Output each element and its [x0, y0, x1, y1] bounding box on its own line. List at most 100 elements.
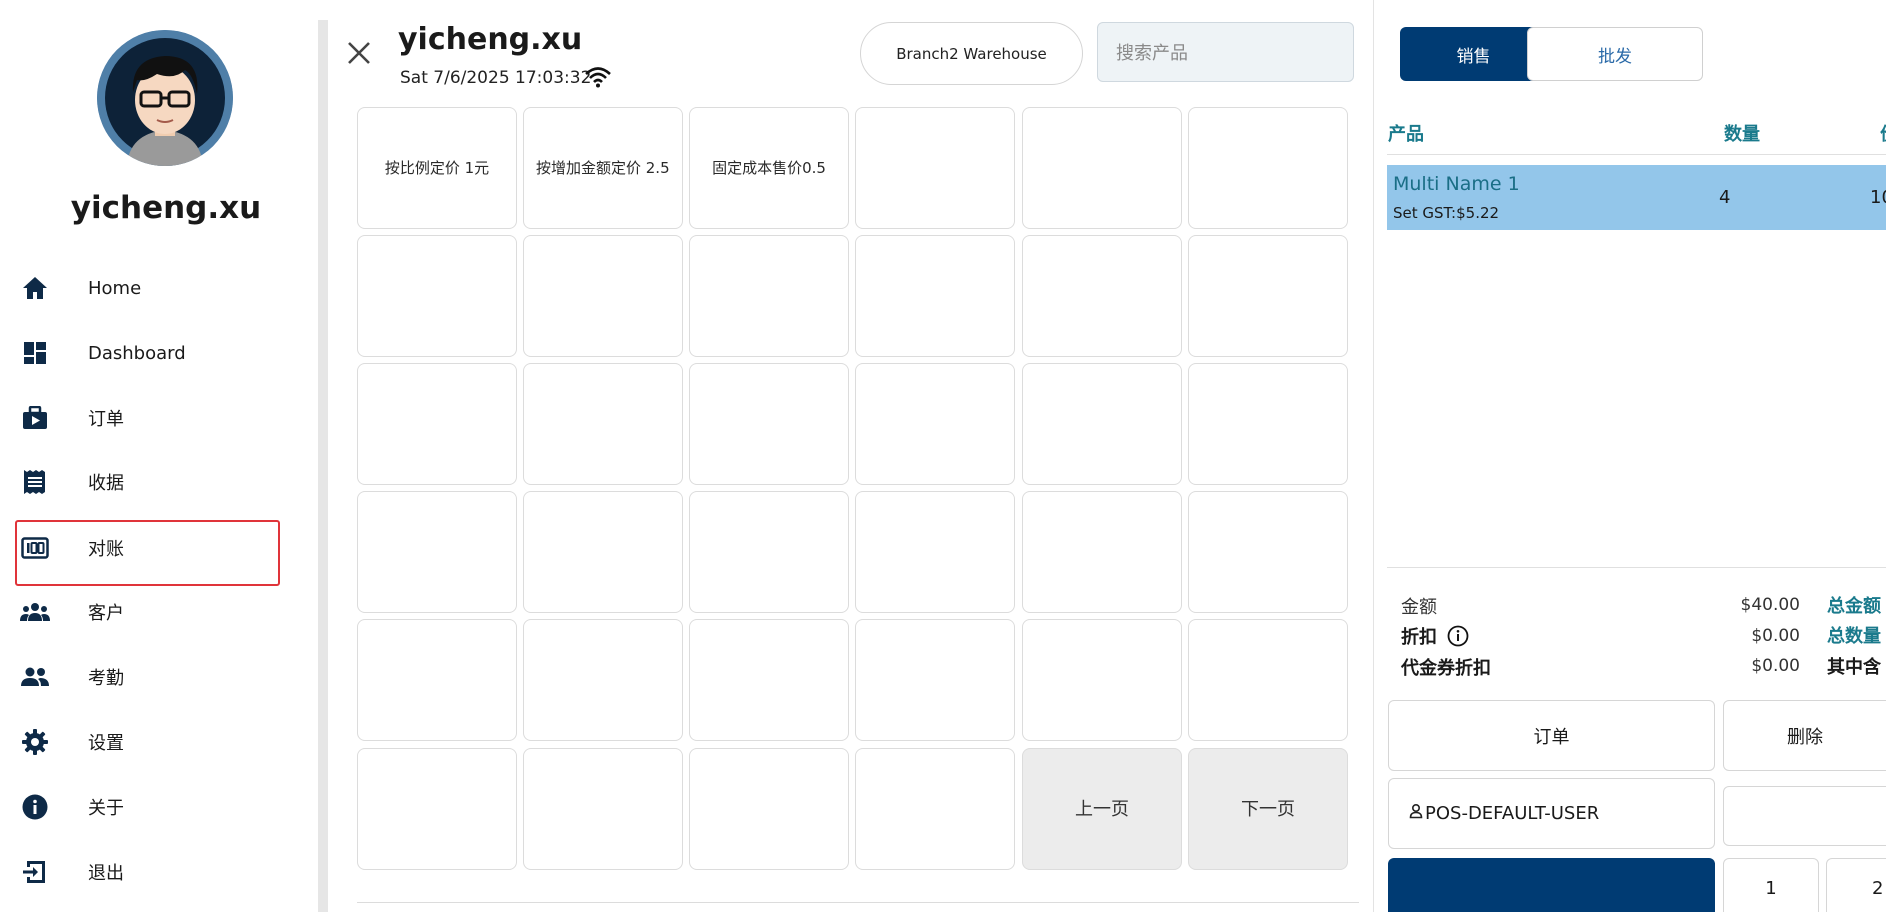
sidebar-item-label: 退出 [88, 863, 124, 884]
wifi-icon [585, 66, 611, 88]
tile-label: 上一页 [1075, 798, 1129, 820]
empty-product-tile[interactable] [1188, 619, 1348, 741]
cart-row-gst: Set GST:$5.22 [1393, 204, 1500, 222]
cart-row-price: 10 [1870, 187, 1886, 208]
empty-product-tile[interactable] [1188, 491, 1348, 613]
keypad-key-label: 2 [1872, 877, 1884, 899]
empty-product-tile[interactable] [523, 491, 683, 613]
avatar[interactable] [97, 30, 233, 166]
sidebar-item-reconcile[interactable]: 对账 [18, 521, 278, 575]
tile-label: 固定成本售价0.5 [712, 158, 826, 177]
sidebar-item-label: 考勤 [88, 668, 124, 689]
close-icon [348, 42, 370, 64]
customer-user-label: POS-DEFAULT-USER [1425, 803, 1600, 824]
tile-label: 下一页 [1241, 798, 1295, 820]
empty-product-tile[interactable] [357, 748, 517, 870]
prev-page-button[interactable]: 上一页 [1022, 748, 1182, 870]
reconcile-icon [18, 531, 52, 565]
next-page-button[interactable]: 下一页 [1188, 748, 1348, 870]
empty-product-tile[interactable] [689, 235, 849, 357]
sidebar-item-attendance[interactable]: 考勤 [18, 650, 278, 704]
empty-product-tile[interactable] [1188, 235, 1348, 357]
empty-product-tile[interactable] [855, 363, 1015, 485]
empty-product-tile[interactable] [855, 748, 1015, 870]
sidebar-item-settings[interactable]: 设置 [18, 715, 278, 769]
column-header-price: 价 [1880, 120, 1886, 146]
sidebar-item-label: 订单 [88, 409, 124, 430]
empty-product-tile[interactable] [523, 619, 683, 741]
page-title: yicheng.xu [398, 22, 583, 57]
tab-wholesale[interactable]: 批发 [1527, 27, 1703, 81]
customers-icon [18, 595, 52, 629]
empty-product-tile[interactable] [1188, 363, 1348, 485]
product-tile[interactable]: 按比例定价 1元 [357, 107, 517, 229]
branch-selector-button[interactable]: Branch2 Warehouse [860, 22, 1083, 85]
discount-row: 折扣 [1401, 623, 1469, 652]
close-button[interactable] [344, 38, 374, 68]
keypad-key-2[interactable]: 2 [1826, 858, 1886, 912]
discount-value: $0.00 [1751, 626, 1800, 646]
empty-product-tile[interactable] [689, 491, 849, 613]
sidebar-item-label: 关于 [88, 798, 124, 819]
voucher-label: 代金券折扣 [1401, 658, 1491, 679]
empty-product-tile[interactable] [855, 619, 1015, 741]
attendance-icon [18, 660, 52, 694]
sidebar-item-about[interactable]: 关于 [18, 780, 278, 834]
delete-button[interactable]: 删除 [1723, 700, 1886, 771]
sidebar-item-label: 对账 [88, 539, 124, 560]
empty-product-tile[interactable] [523, 363, 683, 485]
empty-product-tile[interactable] [357, 235, 517, 357]
order-button[interactable]: 订单 [1388, 700, 1715, 771]
product-tile[interactable]: 按增加金额定价 2.5 [523, 107, 683, 229]
empty-product-tile[interactable] [1022, 235, 1182, 357]
secondary-input-button[interactable] [1723, 786, 1886, 846]
discount-label: 折扣 [1401, 627, 1437, 648]
empty-product-tile[interactable] [1022, 491, 1182, 613]
empty-product-tile[interactable] [855, 235, 1015, 357]
sidebar-item-receipts[interactable]: 收据 [18, 455, 278, 509]
tile-label: 按增加金额定价 2.5 [536, 158, 670, 177]
empty-product-tile[interactable] [1022, 363, 1182, 485]
customer-user-button[interactable]: POS-DEFAULT-USER [1388, 778, 1715, 849]
empty-product-tile[interactable] [855, 491, 1015, 613]
panel-divider [1373, 0, 1374, 912]
sidebar-item-label: Home [88, 277, 142, 299]
empty-product-tile[interactable] [523, 748, 683, 870]
info-icon [18, 790, 52, 824]
search-placeholder: 搜索产品 [1116, 43, 1188, 64]
sidebar-item-home[interactable]: Home [18, 261, 278, 315]
empty-product-tile[interactable] [689, 363, 849, 485]
tax-included-label: 其中含 [1827, 657, 1881, 678]
receipt-icon [18, 465, 52, 499]
empty-product-tile[interactable] [1022, 619, 1182, 741]
empty-product-tile[interactable] [689, 748, 849, 870]
empty-product-tile[interactable] [523, 235, 683, 357]
header-divider [1387, 154, 1886, 155]
sidebar-item-label: Dashboard [88, 342, 186, 364]
keypad-key-label: 1 [1765, 877, 1777, 899]
empty-product-tile[interactable] [357, 491, 517, 613]
sidebar-scrollbar[interactable] [318, 20, 328, 912]
sidebar-item-orders[interactable]: 订单 [18, 391, 278, 445]
empty-product-tile[interactable] [855, 107, 1015, 229]
amount-label: 金额 [1401, 597, 1437, 618]
empty-product-tile[interactable] [1188, 107, 1348, 229]
empty-product-tile[interactable] [357, 363, 517, 485]
cart-row[interactable]: Multi Name 1 Set GST:$5.22 4 10 [1387, 165, 1886, 230]
cart-row-quantity: 4 [1719, 187, 1731, 208]
empty-product-tile[interactable] [1022, 107, 1182, 229]
sidebar-item-customers[interactable]: 客户 [18, 585, 278, 639]
sidebar-item-dashboard[interactable]: Dashboard [18, 326, 278, 380]
discount-info-icon[interactable] [1447, 625, 1469, 652]
sidebar-item-logout[interactable]: 退出 [18, 845, 278, 899]
empty-product-tile[interactable] [357, 619, 517, 741]
grid-divider [357, 902, 1359, 903]
product-tile[interactable]: 固定成本售价0.5 [689, 107, 849, 229]
search-input[interactable]: 搜索产品 [1097, 22, 1354, 82]
checkout-button[interactable] [1388, 858, 1715, 912]
tab-sale[interactable]: 销售 [1400, 27, 1547, 81]
delete-label: 删除 [1787, 726, 1823, 748]
sidebar: yicheng.xu Home Dashboard 订单 收据 对账 客户 考勤… [0, 0, 318, 912]
empty-product-tile[interactable] [689, 619, 849, 741]
keypad-key-1[interactable]: 1 [1723, 858, 1819, 912]
